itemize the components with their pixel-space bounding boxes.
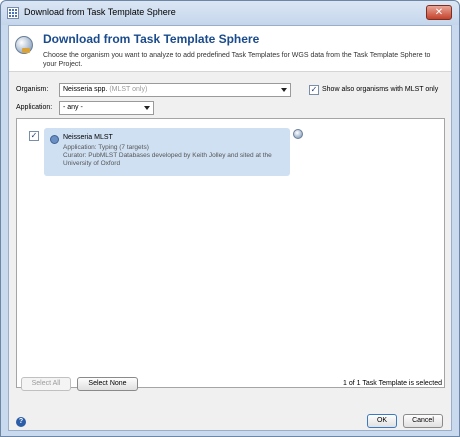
ok-button[interactable]: OK (367, 414, 397, 428)
select-none-button[interactable]: Select None (77, 377, 138, 391)
template-application: Application: Typing (7 targets) (63, 144, 149, 151)
template-curator: Curator: PubMLST Databases developed by … (63, 152, 272, 167)
selection-status: 1 of 1 Task Template is selected (343, 380, 442, 387)
template-list[interactable]: ✓ Neisseria MLST Application: Typing (7 … (16, 118, 445, 388)
info-sphere-icon[interactable] (293, 129, 303, 139)
show-mlst-checkbox[interactable]: ✓ (309, 85, 319, 95)
organism-select[interactable]: Neisseria spp. (MLST only) (59, 83, 291, 97)
organism-label: Organism: (16, 86, 49, 93)
application-select[interactable]: - any - (59, 101, 154, 115)
header-banner: Download from Task Template Sphere Choos… (9, 26, 451, 72)
chevron-down-icon (281, 88, 287, 92)
organism-hint: (MLST only) (109, 86, 148, 93)
cancel-button[interactable]: Cancel (403, 414, 443, 428)
select-all-button[interactable]: Select All (21, 377, 71, 391)
dialog-window: Download from Task Template Sphere ✕ Dow… (0, 0, 460, 437)
header-title: Download from Task Template Sphere (43, 32, 260, 46)
application-value: - any - (63, 104, 83, 111)
header-description: Choose the organism you want to analyze … (43, 52, 431, 68)
sphere-download-icon (15, 36, 33, 54)
chevron-down-icon (144, 106, 150, 110)
dialog-body: Download from Task Template Sphere Choos… (8, 25, 452, 431)
template-card[interactable]: Neisseria MLST Application: Typing (7 ta… (44, 128, 290, 176)
title-bar[interactable]: Download from Task Template Sphere ✕ (1, 1, 459, 25)
app-grid-icon (7, 7, 19, 19)
show-mlst-label: Show also organisms with MLST only (322, 86, 439, 93)
template-name: Neisseria MLST (63, 134, 113, 141)
close-button[interactable]: ✕ (426, 5, 452, 20)
template-checkbox[interactable]: ✓ (29, 131, 39, 141)
application-label: Application: (16, 104, 53, 111)
help-icon[interactable]: ? (16, 417, 26, 427)
template-icon (50, 135, 59, 144)
organism-value: Neisseria spp. (63, 86, 108, 93)
window-title: Download from Task Template Sphere (24, 7, 176, 17)
